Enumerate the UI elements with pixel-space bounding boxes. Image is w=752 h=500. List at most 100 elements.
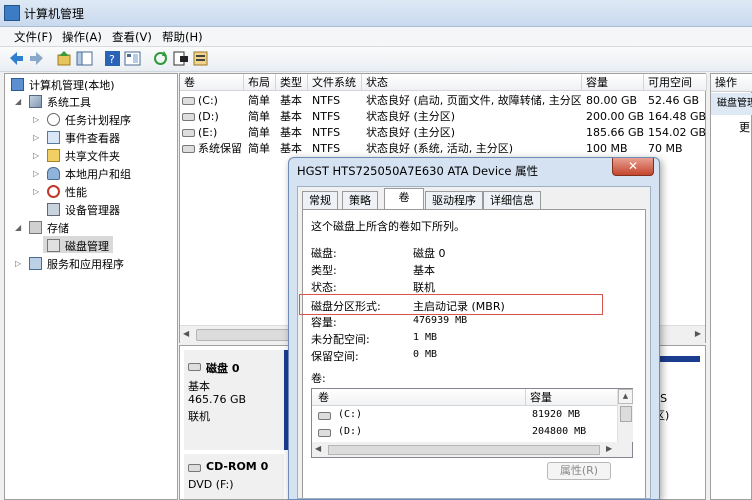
menu-action[interactable]: 操作(A)	[62, 29, 102, 45]
actions-header: 操作	[711, 74, 752, 92]
col-layout[interactable]: 布局	[244, 74, 276, 91]
col-volume[interactable]: 卷	[312, 389, 526, 406]
field-label: 未分配空间:	[311, 333, 370, 346]
expand-arrow-icon[interactable]: ▷	[33, 134, 41, 142]
forward-icon[interactable]	[28, 50, 45, 67]
expand-arrow-icon[interactable]: ▷	[33, 170, 41, 178]
cell: 100 MB	[586, 142, 628, 155]
cell: 基本	[280, 110, 302, 123]
cell: 基本	[280, 94, 302, 107]
volumes-intro: 这个磁盘上所含的卷如下所列。	[311, 220, 465, 233]
tab-details[interactable]: 详细信息	[483, 191, 541, 209]
disk0-type: 基本	[188, 380, 210, 393]
disk0-name: 磁盘 0	[206, 362, 240, 375]
cell: 状态良好 (主分区)	[366, 110, 456, 123]
volume-listview[interactable]: 卷 容量 (C:) 81920 MB (D:) 204800 MB ▲ ◀ ▶	[311, 388, 633, 458]
list-cell: (C:)	[338, 409, 363, 420]
disk0-size: 465.76 GB	[188, 393, 247, 406]
col-volume[interactable]: 卷	[180, 74, 244, 91]
expand-arrow-icon[interactable]: ▷	[33, 116, 41, 124]
up-icon[interactable]	[56, 50, 73, 67]
scroll-right-icon[interactable]: ▶	[606, 444, 612, 453]
scroll-up-icon[interactable]: ▲	[618, 389, 633, 404]
scrollbar-thumb[interactable]	[620, 406, 632, 422]
disk0-status: 联机	[188, 410, 210, 423]
vertical-scrollbar[interactable]: ▲	[617, 389, 633, 442]
performance-icon	[47, 185, 60, 198]
cdrom0-drive: DVD (F:)	[188, 478, 234, 491]
tab-policies[interactable]: 策略	[342, 191, 378, 209]
col-free-space[interactable]: 可用空间	[644, 74, 707, 91]
options-icon[interactable]	[192, 50, 209, 67]
export-icon[interactable]	[172, 50, 189, 67]
field-label: 类型:	[311, 264, 337, 277]
computer-management-icon	[4, 5, 20, 21]
cell: 状态良好 (启动, 页面文件, 故障转储, 主分区)	[366, 94, 581, 107]
back-icon[interactable]	[8, 50, 25, 67]
scroll-left-icon[interactable]: ◀	[315, 444, 321, 453]
volumes-label: 卷:	[311, 372, 326, 385]
properties-dialog: HGST HTS725050A7E630 ATA Device 属性 ✕ 常规 …	[288, 157, 660, 500]
expand-arrow-icon[interactable]: ▷	[33, 188, 41, 196]
tree-services-apps[interactable]: 服务和应用程序	[47, 256, 124, 272]
tree-device-manager[interactable]: 设备管理器	[65, 202, 120, 218]
expand-arrow-icon[interactable]: ▷	[15, 260, 23, 268]
cdrom0-name: CD-ROM 0	[206, 460, 269, 473]
tree-root[interactable]: 计算机管理(本地)	[29, 77, 115, 93]
cell: 52.46 GB	[648, 94, 700, 107]
col-status[interactable]: 状态	[362, 74, 582, 91]
actions-section[interactable]: 磁盘管理	[711, 93, 752, 115]
system-tools-icon	[29, 95, 42, 108]
tree-disk-management[interactable]: 磁盘管理	[65, 238, 109, 254]
cdrom0-panel[interactable]: CD-ROM 0 DVD (F:)	[184, 454, 284, 499]
help-icon[interactable]: ?	[104, 50, 121, 67]
disk0-panel[interactable]: 磁盘 0 基本 465.76 GB 联机	[184, 350, 284, 450]
cell: (D:)	[198, 110, 219, 123]
properties-button[interactable]: 属性(R)	[547, 462, 611, 480]
event-viewer-icon	[47, 131, 60, 144]
tab-general[interactable]: 常规	[302, 191, 338, 209]
tree-local-users[interactable]: 本地用户和组	[65, 166, 131, 182]
field-label: 容量:	[311, 316, 337, 329]
svg-text:?: ?	[109, 53, 115, 66]
expand-arrow-icon[interactable]: ▷	[33, 152, 41, 160]
show-hide-tree-icon[interactable]	[76, 50, 93, 67]
tab-driver[interactable]: 驱动程序	[425, 191, 483, 209]
tree-shared-folders[interactable]: 共享文件夹	[65, 148, 120, 164]
tree-performance[interactable]: 性能	[65, 184, 87, 200]
storage-icon	[29, 221, 42, 234]
dialog-title: HGST HTS725050A7E630 ATA Device 属性	[297, 164, 539, 178]
field-value: 主启动记录 (MBR)	[413, 300, 505, 313]
tree-system-tools[interactable]: 系统工具	[47, 94, 91, 110]
col-capacity[interactable]: 容量	[582, 74, 644, 91]
col-type[interactable]: 类型	[276, 74, 308, 91]
refresh-icon[interactable]	[152, 50, 169, 67]
collapse-arrow-icon[interactable]: ◢	[15, 224, 23, 232]
tab-volumes[interactable]: 卷	[384, 188, 424, 210]
menu-view[interactable]: 查看(V)	[112, 29, 152, 45]
volume-icon	[182, 145, 195, 153]
volume-icon	[318, 429, 331, 437]
field-label: 保留空间:	[311, 350, 359, 363]
col-filesystem[interactable]: 文件系统	[308, 74, 362, 91]
cell: 简单	[248, 142, 270, 155]
cell: NTFS	[312, 94, 341, 107]
tree-task-scheduler[interactable]: 任务计划程序	[65, 112, 131, 128]
collapse-arrow-icon[interactable]: ◢	[15, 98, 23, 106]
properties-icon[interactable]	[124, 50, 141, 67]
actions-more[interactable]: 更	[739, 119, 750, 135]
tree-event-viewer[interactable]: 事件查看器	[65, 130, 120, 146]
col-capacity[interactable]: 容量	[526, 389, 617, 406]
tree-storage[interactable]: 存储	[47, 220, 69, 236]
cell: 基本	[280, 142, 302, 155]
services-icon	[29, 257, 42, 270]
dialog-body: 常规 策略 卷 驱动程序 详细信息 这个磁盘上所含的卷如下所列。 磁盘: 磁盘 …	[297, 186, 651, 499]
menu-file[interactable]: 文件(F)	[14, 29, 53, 45]
scrollbar-thumb[interactable]	[328, 445, 600, 455]
users-icon	[47, 167, 60, 180]
menu-help[interactable]: 帮助(H)	[162, 29, 203, 45]
close-icon[interactable]: ✕	[612, 158, 654, 176]
scroll-right-icon[interactable]: ▶	[695, 329, 701, 338]
scroll-left-icon[interactable]: ◀	[183, 329, 189, 338]
horizontal-scrollbar[interactable]: ◀ ▶	[312, 442, 632, 457]
